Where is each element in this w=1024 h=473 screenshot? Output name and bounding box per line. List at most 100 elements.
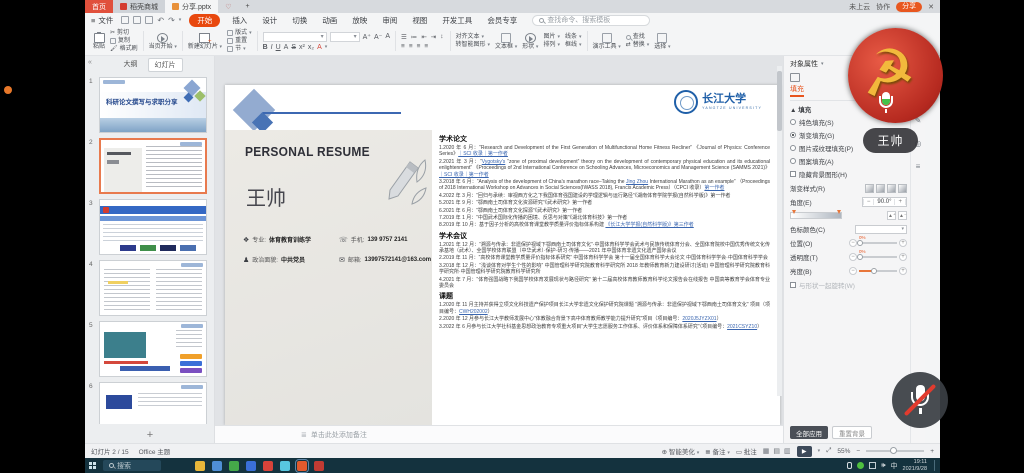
- slide-thumbnail-3[interactable]: [99, 199, 207, 255]
- align-center-icon[interactable]: ≡: [409, 43, 414, 50]
- play-from-current-button[interactable]: 当页开始 ▾: [149, 33, 177, 50]
- taskbar-search-input[interactable]: 搜索: [103, 460, 161, 471]
- zoom-percentage[interactable]: 55%: [837, 448, 850, 455]
- start-button[interactable]: [85, 458, 101, 473]
- ribbon-tab-视图[interactable]: 视图: [409, 14, 430, 27]
- slideshow-play-button[interactable]: ▶: [797, 446, 812, 457]
- vertical-scrollbar[interactable]: [777, 66, 782, 396]
- taskbar-app-icon-6[interactable]: [280, 461, 290, 471]
- tab-slides[interactable]: 幻灯片: [148, 58, 183, 72]
- cloud-status[interactable]: 未上云: [849, 2, 870, 12]
- find-button[interactable]: 查找: [626, 34, 650, 40]
- close-icon[interactable]: ✕: [928, 3, 934, 11]
- layout-button[interactable]: 版式▾: [227, 30, 252, 36]
- taskbar-app-icon-2[interactable]: [212, 461, 222, 471]
- reset-background-button[interactable]: 重置背景: [832, 426, 872, 439]
- taskbar-app-icon-1[interactable]: [195, 461, 205, 471]
- zoom-in-icon[interactable]: +: [930, 448, 934, 455]
- fill-option-3[interactable]: 图案填充(A): [790, 156, 907, 166]
- italic-button[interactable]: I: [271, 44, 273, 51]
- transparency-slider[interactable]: − 0% +: [849, 253, 907, 261]
- list-icon[interactable]: ≡: [916, 162, 921, 171]
- ribbon-tab-动画[interactable]: 动画: [319, 14, 340, 27]
- favorite-heart-icon[interactable]: ♡: [218, 0, 238, 13]
- tray-window-icon[interactable]: [869, 462, 876, 469]
- zoom-slider[interactable]: [866, 450, 924, 452]
- taskbar-app-icon-4[interactable]: [246, 461, 256, 471]
- angle-plus-icon[interactable]: +: [894, 199, 906, 205]
- gradient-stop-1[interactable]: [792, 210, 796, 214]
- slide-thumbnail-2[interactable]: [99, 138, 207, 194]
- select-button[interactable]: 选择 ▾: [654, 33, 670, 50]
- slide-thumbnail-5[interactable]: [99, 321, 207, 377]
- copy-button[interactable]: 复制: [110, 38, 138, 44]
- undo-icon[interactable]: ↶: [157, 16, 164, 25]
- new-tab-button[interactable]: +: [238, 0, 256, 13]
- brightness-minus-icon[interactable]: −: [849, 267, 857, 275]
- ribbon-tab-会员专享[interactable]: 会员专享: [484, 14, 520, 27]
- arrange-button[interactable]: 排列▾: [543, 42, 560, 48]
- lines-button[interactable]: 线条▾: [565, 34, 582, 40]
- tray-mic-icon[interactable]: [847, 462, 852, 469]
- print-icon[interactable]: [133, 16, 141, 24]
- gradient-style-2[interactable]: [876, 184, 885, 193]
- tab-outline[interactable]: 大纲: [118, 58, 144, 72]
- gradient-style-3[interactable]: [887, 184, 896, 193]
- new-slide-button[interactable]: 新建幻灯片 ▾: [188, 33, 222, 50]
- line-spacing-button[interactable]: ↕: [440, 33, 444, 40]
- stop-color-dropdown[interactable]: ▾: [855, 225, 907, 234]
- text-effects-button[interactable]: A: [284, 44, 289, 51]
- slide-thumbnail-1[interactable]: 科研论文撰写与求职分享: [99, 77, 207, 133]
- indent-decrease-icon[interactable]: ⇤: [421, 33, 427, 41]
- output-icon[interactable]: [145, 16, 153, 24]
- font-name-combo[interactable]: ▾: [263, 32, 327, 42]
- fill-tab[interactable]: 填充: [790, 84, 804, 97]
- normal-view-icon[interactable]: ▦: [763, 447, 770, 455]
- participant-avatar[interactable]: ☭: [848, 28, 943, 123]
- align-right-icon[interactable]: ≡: [417, 43, 422, 50]
- taskbar-app-icon-3[interactable]: [229, 461, 239, 471]
- shapes-button[interactable]: 形状 ▾: [522, 33, 538, 50]
- convert-smartart-button[interactable]: 转智能图形▾: [456, 42, 491, 48]
- smart-beautify-button[interactable]: ⊕ 智能美化 ▾: [662, 446, 700, 456]
- slide[interactable]: 长江大学 YANGTZE UNIVERSITY PERSONAL RESUME …: [225, 85, 780, 425]
- brightness-slider[interactable]: − +: [849, 267, 907, 275]
- justify-icon[interactable]: ≡: [424, 43, 429, 50]
- position-minus-icon[interactable]: −: [849, 239, 857, 247]
- gradient-style-4[interactable]: [898, 184, 907, 193]
- remove-stop-button[interactable]: ▲⁻: [898, 211, 907, 220]
- volume-icon[interactable]: 🕪: [881, 462, 885, 470]
- fit-window-icon[interactable]: ⤢: [826, 447, 831, 455]
- ribbon-tab-审阅[interactable]: 审阅: [379, 14, 400, 27]
- share-button[interactable]: 分享: [896, 2, 922, 12]
- tab-document[interactable]: 分享.pptx: [165, 0, 218, 13]
- ribbon-tab-开发工具[interactable]: 开发工具: [439, 14, 475, 27]
- replace-button[interactable]: ⇄ 替换▾: [626, 42, 650, 48]
- tab-home[interactable]: 首页: [85, 0, 113, 13]
- notes-toggle-button[interactable]: ≣ 备注 ▾: [705, 446, 730, 456]
- command-search-input[interactable]: 查找命令、搜索模板: [532, 15, 650, 26]
- gradient-style-1[interactable]: [865, 184, 874, 193]
- angle-stepper[interactable]: −90.0°+: [862, 197, 907, 207]
- quickbar-dropdown-icon[interactable]: ▾: [179, 17, 182, 23]
- rotate-with-shape-checkbox[interactable]: 与形状一起旋转(W): [790, 280, 907, 290]
- increase-font-icon[interactable]: A⁺: [363, 33, 371, 41]
- taskbar-app-icon-8[interactable]: [314, 461, 324, 471]
- brightness-plus-icon[interactable]: +: [899, 267, 907, 275]
- ribbon-tab-放映[interactable]: 放映: [349, 14, 370, 27]
- cut-button[interactable]: ✂ 剪切: [110, 30, 138, 36]
- transparency-plus-icon[interactable]: +: [899, 253, 907, 261]
- slide-thumbnail-4[interactable]: [99, 260, 207, 316]
- save-icon[interactable]: [121, 16, 129, 24]
- ribbon-tab-插入[interactable]: 插入: [229, 14, 250, 27]
- gradient-stop-2[interactable]: [837, 210, 841, 214]
- decrease-font-icon[interactable]: A⁻: [374, 33, 382, 41]
- paste-button[interactable]: 粘贴: [93, 33, 105, 50]
- add-stop-button[interactable]: ▲⁺: [887, 211, 896, 220]
- frame-button[interactable]: 框线▾: [565, 42, 582, 48]
- play-options-icon[interactable]: ▾: [818, 448, 821, 454]
- redo-icon[interactable]: ↷: [168, 16, 175, 25]
- present-tools-button[interactable]: 演示工具 ▾: [593, 33, 621, 50]
- underline-button[interactable]: U: [276, 44, 281, 51]
- reset-button[interactable]: 重置: [227, 38, 252, 44]
